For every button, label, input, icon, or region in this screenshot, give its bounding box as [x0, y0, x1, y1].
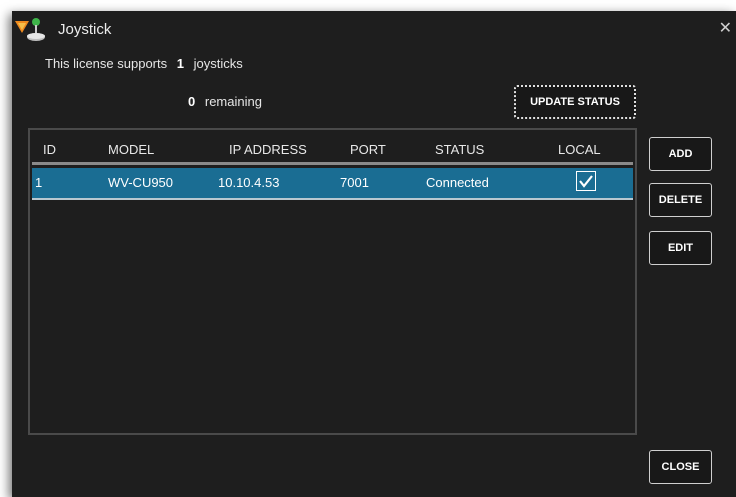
window-title: Joystick — [58, 21, 112, 38]
column-header-id[interactable]: ID — [43, 142, 56, 157]
cell-ip-address: 10.10.4.53 — [218, 175, 280, 190]
remaining-count: 0 — [188, 94, 196, 109]
joystick-app-icon — [15, 18, 45, 41]
cell-status: Connected — [426, 175, 489, 190]
update-status-button[interactable]: UPDATE STATUS — [514, 85, 636, 119]
column-header-ip-address[interactable]: IP ADDRESS — [229, 142, 307, 157]
title-bar: Joystick ✕ — [12, 11, 736, 47]
edit-button[interactable]: EDIT — [649, 231, 712, 265]
column-header-model[interactable]: MODEL — [108, 142, 154, 157]
remaining-label: remaining — [204, 94, 262, 109]
license-supports-prefix: This license supports — [45, 56, 168, 71]
close-button[interactable]: CLOSE — [649, 450, 712, 484]
license-remaining-line: 0 remaining — [182, 94, 262, 109]
license-supports-suffix: joysticks — [193, 56, 243, 71]
joystick-dialog: Joystick ✕ This license supports 1 joyst… — [12, 11, 736, 497]
license-supports-line: This license supports 1 joysticks — [45, 56, 243, 71]
add-button[interactable]: ADD — [649, 137, 712, 171]
table-row[interactable]: 1 WV-CU950 10.10.4.53 7001 Connected — [32, 168, 633, 200]
column-header-status[interactable]: STATUS — [435, 142, 484, 157]
cell-id: 1 — [35, 175, 43, 190]
checkmark-icon — [579, 175, 593, 188]
local-checkbox[interactable] — [576, 171, 596, 191]
delete-button[interactable]: DELETE — [649, 183, 712, 217]
cell-model: WV-CU950 — [108, 175, 174, 190]
cell-port: 7001 — [340, 175, 369, 190]
column-header-local[interactable]: LOCAL — [558, 142, 601, 157]
table-header: ID MODEL IP ADDRESS PORT STATUS LOCAL — [32, 132, 633, 165]
close-icon[interactable]: ✕ — [719, 18, 732, 38]
license-supports-count: 1 — [176, 56, 184, 71]
column-header-port[interactable]: PORT — [350, 142, 386, 157]
joystick-table: ID MODEL IP ADDRESS PORT STATUS LOCAL 1 … — [28, 128, 637, 435]
